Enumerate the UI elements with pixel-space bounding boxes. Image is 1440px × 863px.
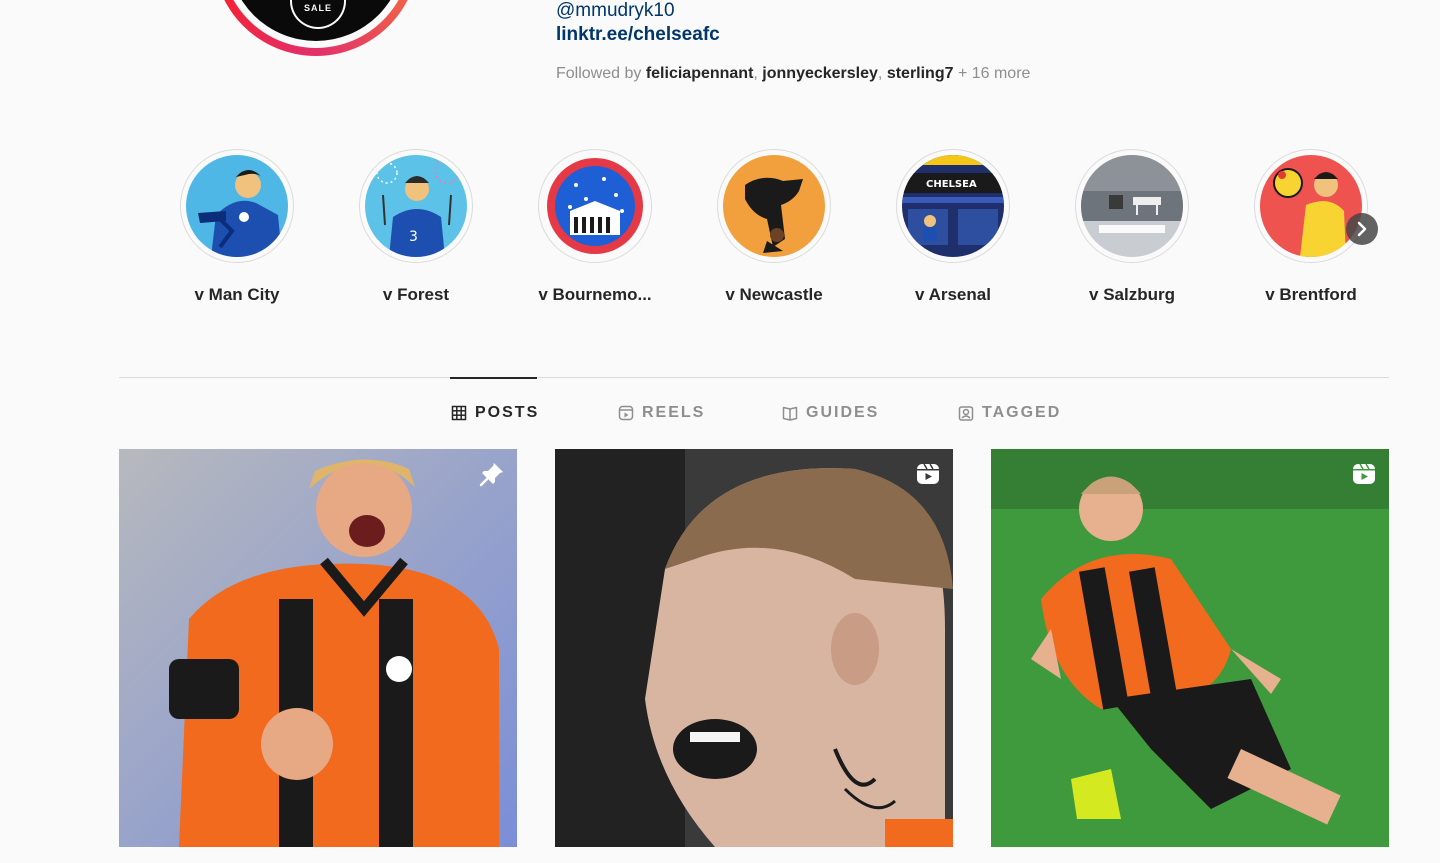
highlight-cover: [186, 155, 288, 257]
highlight-ring: [180, 149, 294, 263]
post-image: [555, 449, 953, 847]
reels-icon: [618, 405, 634, 421]
followed-by-more[interactable]: + 16 more: [954, 65, 1031, 82]
tabs-divider: [119, 377, 1389, 378]
profile-avatar-ring[interactable]: SALE: [213, 0, 419, 56]
tab-label: POSTS: [475, 404, 540, 421]
highlight-cover: [1081, 155, 1183, 257]
highlight-arsenal[interactable]: CHELSEA v Arsenal: [863, 149, 1043, 305]
highlight-label: v Arsenal: [915, 285, 991, 304]
tab-guides[interactable]: GUIDES: [782, 404, 879, 422]
highlight-man-city[interactable]: v Man City: [147, 149, 327, 305]
highlight-label: v Salzburg: [1089, 285, 1175, 304]
highlights-next-button[interactable]: [1346, 213, 1378, 245]
highlight-label: v Man City: [194, 285, 280, 304]
post-thumbnail[interactable]: [555, 449, 953, 847]
tab-active-indicator: [450, 377, 537, 379]
profile-handle[interactable]: @mmudryk10: [556, 0, 675, 22]
highlight-label: v Newcastle: [725, 285, 823, 304]
reel-icon: [1353, 463, 1375, 484]
highlight-cover: CHELSEA: [902, 155, 1004, 257]
profile-avatar-gap: SALE: [221, 0, 411, 48]
profile-link[interactable]: linktr.ee/chelseafc: [556, 24, 720, 46]
tab-posts[interactable]: POSTS: [451, 404, 539, 422]
guides-icon: [782, 406, 798, 421]
post-thumbnail[interactable]: [991, 449, 1389, 847]
highlight-ring: [538, 149, 652, 263]
profile-avatar[interactable]: SALE: [228, 0, 404, 41]
avatar-badge: SALE: [290, 0, 346, 29]
post-thumbnail[interactable]: [119, 449, 517, 847]
svg-text:CHELSEA: CHELSEA: [926, 179, 977, 190]
follower-name[interactable]: jonnyeckersley: [762, 65, 878, 82]
svg-text:3: 3: [409, 229, 418, 245]
pin-icon: [479, 463, 503, 487]
avatar-badge-text: SALE: [303, 3, 332, 13]
tab-label: GUIDES: [806, 404, 880, 421]
highlight-ring: 3: [359, 149, 473, 263]
tab-reels[interactable]: REELS: [618, 404, 705, 422]
highlight-forest[interactable]: 3 v Forest: [326, 149, 506, 305]
followed-by-prefix: Followed by: [556, 65, 646, 82]
tagged-icon: [958, 406, 974, 421]
highlight-newcastle[interactable]: v Newcastle: [684, 149, 864, 305]
highlight-cover: [723, 155, 825, 257]
highlight-ring: [1075, 149, 1189, 263]
follower-name[interactable]: feliciapennant: [646, 65, 754, 82]
highlight-salzburg[interactable]: v Salzburg: [1042, 149, 1222, 305]
post-image: [119, 449, 517, 847]
highlight-cover: 3: [365, 155, 467, 257]
chevron-right-icon: [1357, 221, 1367, 237]
highlight-ring: [717, 149, 831, 263]
highlight-bournemouth[interactable]: v Bournemo...: [505, 149, 685, 305]
tab-label: TAGGED: [982, 404, 1062, 421]
highlight-cover: [544, 155, 646, 257]
tab-label: REELS: [642, 404, 706, 421]
highlight-ring: [1254, 149, 1368, 263]
highlight-label: v Brentford: [1265, 285, 1357, 304]
post-image: [991, 449, 1389, 847]
followed-by[interactable]: Followed by feliciapennant, jonnyeckersl…: [556, 65, 1030, 83]
highlight-ring: CHELSEA: [896, 149, 1010, 263]
reel-icon: [917, 463, 939, 484]
highlight-label: v Forest: [382, 285, 450, 304]
tab-tagged[interactable]: TAGGED: [958, 404, 1061, 422]
follower-name[interactable]: sterling7: [887, 65, 954, 82]
grid-icon: [451, 405, 467, 421]
highlight-label: v Bournemo...: [538, 285, 652, 304]
